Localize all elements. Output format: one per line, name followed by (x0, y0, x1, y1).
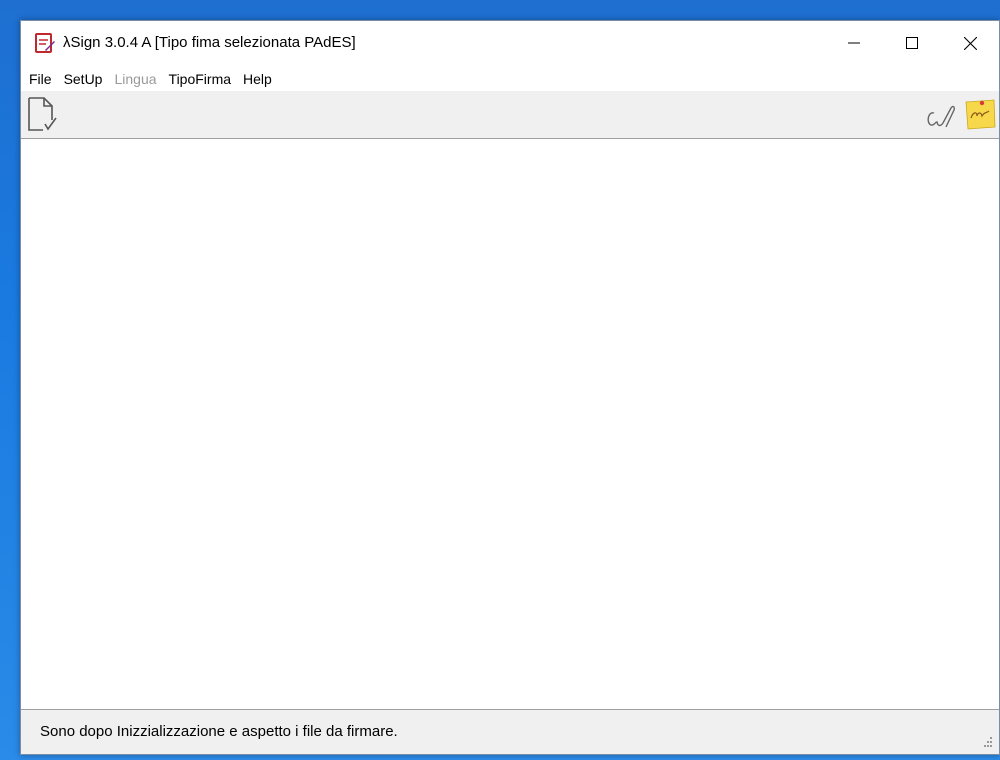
menu-file[interactable]: File (29, 71, 52, 87)
resize-grip-icon[interactable] (979, 734, 993, 748)
close-button[interactable] (941, 21, 999, 65)
maximize-icon (906, 37, 918, 49)
document-icon[interactable] (26, 96, 60, 134)
minimize-icon (848, 42, 860, 44)
menu-lingua[interactable]: Lingua (114, 71, 156, 87)
status-bar: Sono dopo Inizzializzazione e aspetto i … (21, 709, 999, 754)
menu-setup[interactable]: SetUp (64, 71, 103, 87)
menu-help[interactable]: Help (243, 71, 272, 87)
file-drop-area[interactable] (21, 139, 999, 709)
close-icon (963, 36, 977, 50)
signature-icon[interactable] (925, 105, 959, 131)
app-icon (35, 33, 55, 53)
sticky-note-icon[interactable] (963, 97, 997, 131)
status-text: Sono dopo Inizzializzazione e aspetto i … (40, 723, 398, 740)
menu-tipofirma[interactable]: TipoFirma (169, 71, 232, 87)
window-title: λSign 3.0.4 A [Tipo fima selezionata PAd… (63, 34, 356, 51)
menu-bar: File SetUp Lingua TipoFirma Help (21, 67, 999, 91)
minimize-button[interactable] (825, 21, 883, 65)
maximize-button[interactable] (883, 21, 941, 65)
app-window: λSign 3.0.4 A [Tipo fima selezionata PAd… (20, 20, 1000, 755)
title-bar[interactable]: λSign 3.0.4 A [Tipo fima selezionata PAd… (21, 21, 999, 67)
toolbar (21, 91, 999, 139)
